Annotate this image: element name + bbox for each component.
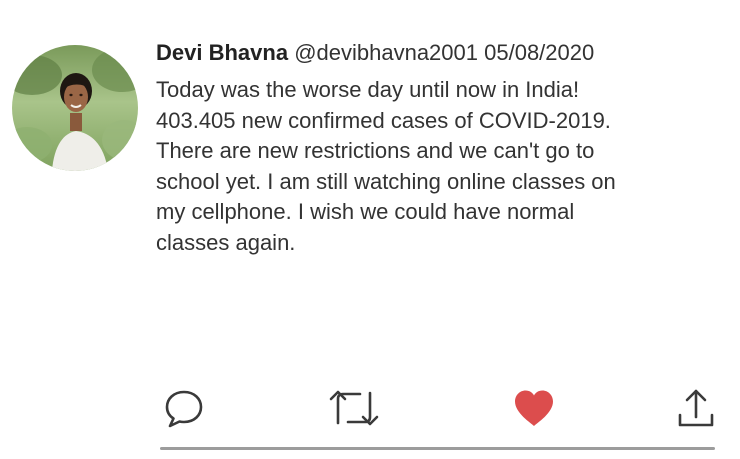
tweet-date: 05/08/2020	[484, 40, 595, 65]
speech-bubble-icon	[165, 390, 203, 428]
tweet-card: Devi Bhavna @devibhavna2001 05/08/2020 T…	[0, 0, 740, 459]
tweet-text-line: my cellphone. I wish we could have norma…	[156, 199, 575, 224]
tweet-text-line: Today was the worse day until now in Ind…	[156, 77, 580, 102]
display-name[interactable]: Devi Bhavna	[156, 40, 288, 65]
handle[interactable]: @devibhavna2001	[294, 40, 478, 65]
retweet-button[interactable]	[326, 380, 382, 436]
tweet-header: Devi Bhavna @devibhavna2001 05/08/2020	[156, 36, 726, 70]
tweet-text-line: There are new restrictions and we can't …	[156, 138, 595, 163]
tweet-text-line: school yet. I am still watching online c…	[156, 168, 616, 194]
divider	[160, 447, 715, 450]
reply-button[interactable]	[156, 380, 212, 436]
share-button[interactable]	[668, 380, 724, 436]
action-bar	[0, 380, 740, 440]
tweet-content: Devi Bhavna @devibhavna2001 05/08/2020 T…	[156, 36, 726, 258]
avatar[interactable]	[12, 45, 138, 171]
tweet-text-line: 403.405 new confirmed cases of COVID-201…	[156, 107, 611, 133]
tweet-text: Today was the worse day until now in Ind…	[156, 75, 726, 258]
avatar-photo	[12, 45, 138, 171]
retweet-arrows-icon	[329, 390, 379, 426]
upload-share-icon	[678, 389, 714, 427]
tweet-text-line: classes again.	[156, 229, 296, 255]
heart-icon	[515, 390, 553, 426]
like-button[interactable]	[506, 380, 562, 436]
